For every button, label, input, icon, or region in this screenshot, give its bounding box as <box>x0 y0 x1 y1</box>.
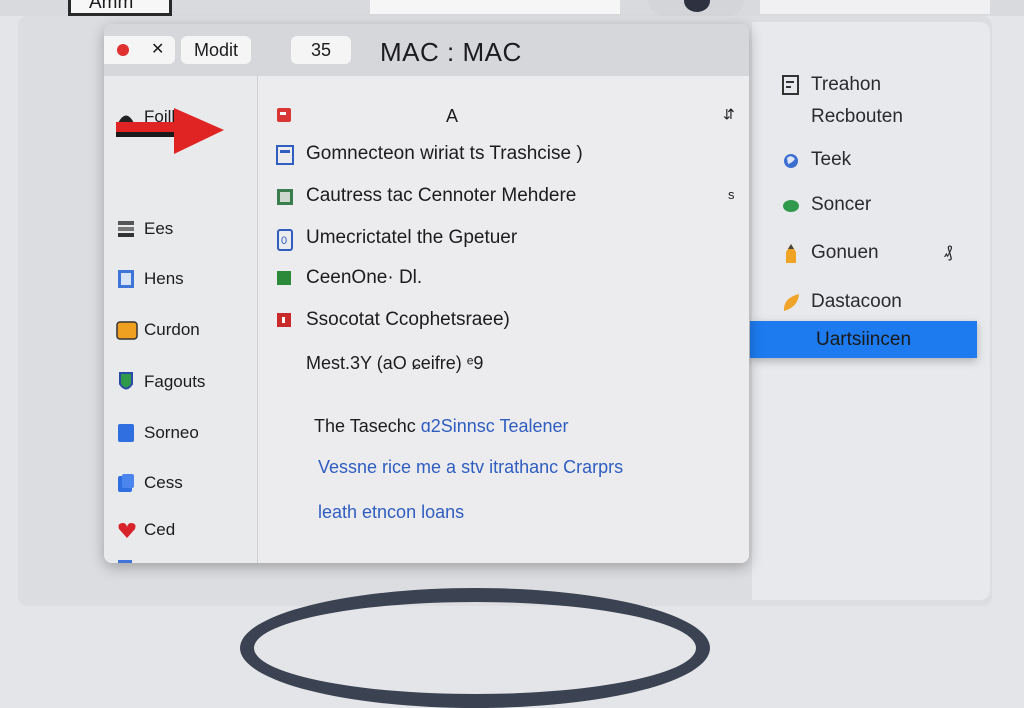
meta-line: Mest.3Y (aO ɕeifre) ᵉ9 <box>306 353 484 373</box>
globe-icon <box>781 150 801 170</box>
right-panel-item-treahon[interactable]: Treahon <box>781 74 881 96</box>
right-panel-item-teek[interactable]: Teek <box>781 149 851 171</box>
content-row-0 <box>276 106 306 124</box>
section-heading-bold: The Tasechc <box>314 416 416 436</box>
content-header: A <box>446 106 459 126</box>
list-item-label: Umecrictatel the Gpetuer <box>306 227 518 248</box>
background-card-label: Amm <box>89 0 134 13</box>
close-x-icon[interactable]: ✕ <box>151 39 164 59</box>
background-strip <box>370 0 620 14</box>
svg-text:0: 0 <box>281 235 287 247</box>
right-panel-item-gonuen[interactable]: Gonuen <box>781 242 879 264</box>
main-window: ✕ Modit 35 MAC : MAC Foilh Ees Hens Curd… <box>104 24 749 563</box>
sidebar-item-sorneo[interactable]: Sorneo <box>116 422 199 444</box>
right-panel-label: Recbouten <box>811 106 903 127</box>
red-tag-icon <box>276 106 292 124</box>
list-item[interactable]: 0 Umecrictatel the Gpetuer <box>276 227 518 251</box>
files-blue-icon <box>116 472 136 494</box>
list-item-label: Ssocotat Ccophetsraee) <box>306 309 510 330</box>
document-icon <box>781 75 801 95</box>
sidebar-item-blank[interactable] <box>116 558 144 563</box>
mode-button[interactable]: Modit <box>181 36 251 64</box>
sidebar-item-label: Ees <box>144 219 174 238</box>
blue-window-icon <box>276 145 294 165</box>
background-arc <box>240 588 710 708</box>
sidebar-item-curdon[interactable]: Curdon <box>116 319 200 341</box>
link-line-0[interactable]: Vessne rice me a stv itrathanc Crarprs <box>318 457 623 478</box>
sidebar-item-label: Hens <box>144 269 184 288</box>
list-item-label: Gomnecteon wiriat ts Trashcise ) <box>306 143 583 164</box>
list-item[interactable]: Gomnecteon wiriat ts Trashcise ) <box>276 143 583 165</box>
list-item-label: Cautress tac Cennoter Mehdere <box>306 185 577 206</box>
background-strip-right <box>760 0 990 14</box>
sidebar-item-label: Ced <box>144 520 176 539</box>
list-item[interactable]: Cautress tac Cennoter Mehdere <box>276 185 576 207</box>
green-square-icon <box>276 269 292 287</box>
right-panel-item-soncer[interactable]: Soncer <box>781 194 871 216</box>
shield-icon <box>116 371 136 393</box>
content-pane: A ⇵ Gomnecteon wiriat ts Trashcise ) Cau… <box>258 76 749 563</box>
heart-icon <box>116 519 136 541</box>
right-panel-label: Teek <box>811 149 852 170</box>
right-panel-item-recbouten[interactable]: Recbouten <box>811 106 903 128</box>
sidebar-item-fagouts[interactable]: Fagouts <box>116 371 205 393</box>
document-blue-small-icon <box>116 558 136 563</box>
green-card-icon <box>276 187 293 205</box>
sidebar-item-label: Sorneo <box>144 423 199 442</box>
red-arrow-icon <box>114 106 226 165</box>
avatar <box>684 0 710 12</box>
sidebar-item-ees[interactable]: Ees <box>116 218 173 240</box>
right-panel-trailing-glyph: ₰ <box>944 244 952 262</box>
blue-outline-doc-icon: 0 <box>276 229 293 251</box>
right-panel-item-dastacoon[interactable]: Dastacoon <box>781 291 902 313</box>
sidebar-item-cess[interactable]: Cess <box>116 472 183 494</box>
background-card: Amm <box>68 0 172 16</box>
right-panel-label: Dastacoon <box>811 291 902 312</box>
green-dot-icon <box>781 195 801 215</box>
sidebar-item-ced[interactable]: Ced <box>116 519 175 541</box>
pencil-icon <box>781 243 801 263</box>
stack-icon <box>116 218 136 240</box>
right-panel-label: Gonuen <box>811 242 879 263</box>
right-panel-selected-item[interactable]: Uartsiincen <box>750 321 977 358</box>
list-item[interactable]: Ssocotat Ccophetsraee) <box>276 309 510 331</box>
link-line-1[interactable]: leath etncon loans <box>318 502 464 523</box>
trailing-symbol: ₰ <box>944 244 953 261</box>
count-badge[interactable]: 35 <box>291 36 351 64</box>
count-label: 35 <box>310 39 332 60</box>
row-trailing-glyph: s <box>728 187 735 202</box>
section-heading-link[interactable]: ɑ2Sinnsc Tealener <box>421 416 569 436</box>
leaf-icon <box>781 292 801 312</box>
right-panel-selected-label: Uartsiincen <box>815 328 912 350</box>
background-pill <box>648 0 744 16</box>
close-button[interactable] <box>117 44 129 56</box>
sidebar-item-label: Curdon <box>144 320 200 339</box>
book-blue-icon <box>116 422 136 444</box>
window-title: MAC : MAC <box>380 37 522 67</box>
right-panel-label: Treahon <box>811 74 882 95</box>
list-item-label: CeenOne· Dl. <box>306 267 423 288</box>
sidebar-item-hens[interactable]: Hens <box>116 268 184 290</box>
red-square-icon <box>276 311 292 329</box>
sidebar-item-label: Cess <box>144 473 183 492</box>
sort-icon[interactable]: ⇵ <box>723 106 735 123</box>
list-item[interactable]: CeenOne· Dl. <box>276 267 422 289</box>
window-controls[interactable]: ✕ <box>104 36 175 64</box>
sidebar-item-label: Fagouts <box>144 372 206 391</box>
title-bar: ✕ Modit 35 MAC : MAC <box>104 24 749 76</box>
folder-orange-icon <box>116 319 138 341</box>
document-blue-icon <box>116 268 136 290</box>
right-panel-label: Soncer <box>811 194 872 215</box>
section-heading: The Tasechc ɑ2Sinnsc Tealener <box>314 416 569 437</box>
mode-label: Modit <box>193 39 238 60</box>
